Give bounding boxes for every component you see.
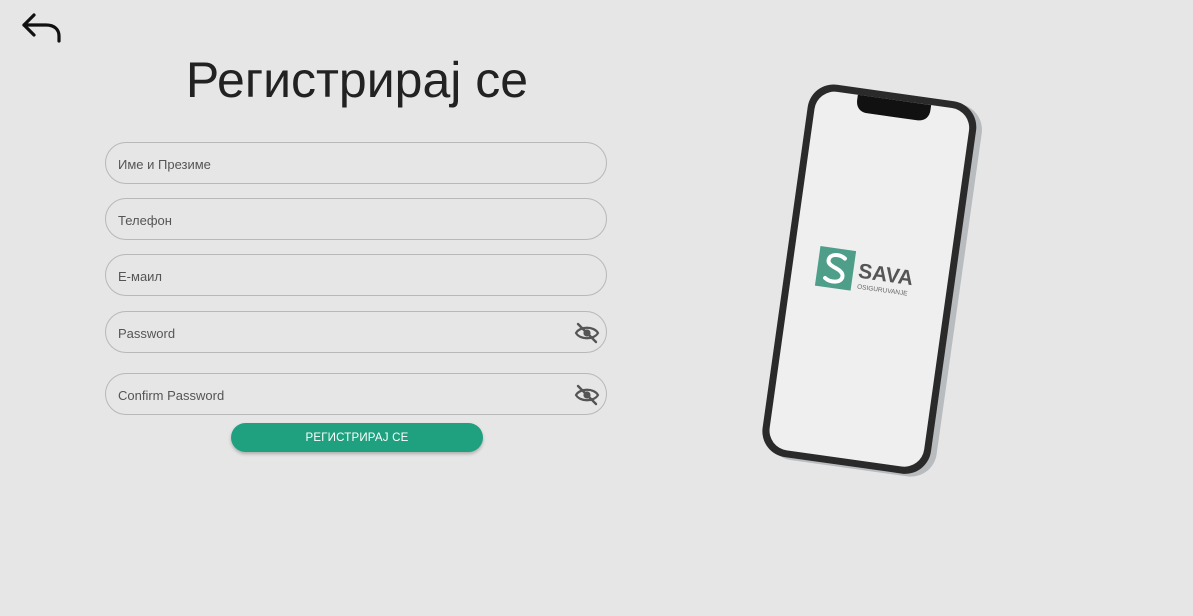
register-page: Регистрирај се РЕГИСТРИРАЈ СЕ bbox=[0, 0, 1193, 616]
name-field[interactable] bbox=[105, 142, 607, 185]
password-field[interactable] bbox=[105, 311, 607, 354]
toggle-password-visibility-icon[interactable] bbox=[574, 321, 600, 345]
back-button[interactable] bbox=[20, 10, 64, 46]
email-field[interactable] bbox=[105, 254, 607, 297]
register-button[interactable]: РЕГИСТРИРАЈ СЕ bbox=[231, 423, 483, 452]
phone-field[interactable] bbox=[105, 198, 607, 241]
name-input[interactable] bbox=[116, 143, 560, 185]
confirm-password-input[interactable] bbox=[116, 374, 560, 416]
password-input[interactable] bbox=[116, 312, 560, 354]
back-arrow-icon bbox=[22, 13, 61, 43]
phone-illustration: SAVA OSIGURUVANJE bbox=[760, 82, 990, 482]
email-input[interactable] bbox=[116, 255, 560, 297]
page-title: Регистрирај се bbox=[185, 52, 529, 108]
toggle-confirm-password-visibility-icon[interactable] bbox=[574, 383, 600, 407]
confirm-password-field[interactable] bbox=[105, 373, 607, 416]
phone-input[interactable] bbox=[116, 199, 560, 241]
